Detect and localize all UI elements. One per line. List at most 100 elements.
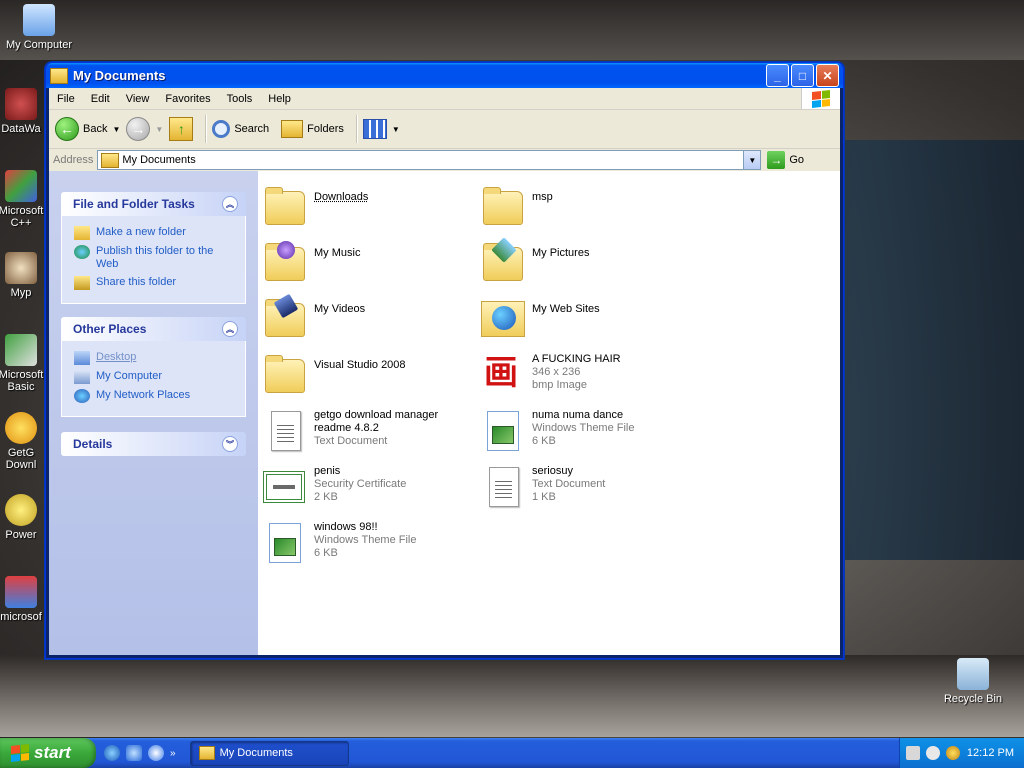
- file-item-windows-98[interactable]: windows 98!! Windows Theme File 6 KB: [263, 521, 417, 565]
- desktop-icon-visual-cpp[interactable]: Microsoft C++: [0, 170, 46, 229]
- file-list: Downloads msp My Music My Pictures My Vi…: [258, 171, 840, 655]
- menu-file[interactable]: File: [49, 93, 83, 105]
- app-icon: [5, 576, 37, 608]
- back-arrow-icon: ←: [55, 117, 79, 141]
- place-my-computer[interactable]: My Computer: [74, 370, 235, 384]
- chevron-right-icon[interactable]: »: [170, 748, 176, 759]
- file-item-my-web-sites[interactable]: My Web Sites: [481, 297, 600, 341]
- certificate-icon: [263, 471, 305, 503]
- address-label: Address: [53, 154, 94, 166]
- theme-file-icon: [269, 523, 301, 563]
- clock[interactable]: 12:12 PM: [967, 747, 1014, 759]
- go-button[interactable]: → Go: [767, 151, 804, 169]
- file-item-my-music[interactable]: My Music: [263, 241, 360, 285]
- desktop-icon-getgo[interactable]: GetG Downl: [0, 412, 46, 471]
- folders-button[interactable]: Folders: [281, 120, 344, 138]
- computer-icon: [74, 370, 90, 384]
- chevron-down-icon[interactable]: ▼: [743, 151, 761, 169]
- folder-icon: [265, 187, 305, 225]
- title-bar[interactable]: My Documents _ □ ✕: [46, 63, 843, 88]
- windows-logo-icon: [801, 88, 840, 109]
- address-input[interactable]: My Documents ▼: [97, 150, 762, 170]
- forward-arrow-icon: →: [126, 117, 151, 141]
- desktop-icon-my-computer[interactable]: My Computer: [2, 4, 76, 51]
- desktop-icon-myp[interactable]: Myp: [0, 252, 46, 299]
- desktop-icon-recycle-bin[interactable]: Recycle Bin: [936, 658, 1010, 705]
- file-item-visual-studio[interactable]: Visual Studio 2008: [263, 353, 406, 397]
- file-item-downloads[interactable]: Downloads: [263, 185, 368, 229]
- menu-tools[interactable]: Tools: [219, 93, 261, 105]
- chevron-down-icon[interactable]: ▼: [155, 125, 163, 134]
- desktop-icon-power[interactable]: Power: [0, 494, 46, 541]
- place-network[interactable]: My Network Places: [74, 389, 235, 403]
- internet-explorer-icon[interactable]: [104, 745, 120, 761]
- text-document-icon: [271, 411, 301, 451]
- task-make-folder[interactable]: Make a new folder: [74, 226, 235, 240]
- desktop-icon: [74, 351, 90, 365]
- task-share-folder[interactable]: Share this folder: [74, 276, 235, 290]
- file-item-numa-numa[interactable]: numa numa dance Windows Theme File 6 KB: [481, 409, 635, 453]
- start-button[interactable]: start: [0, 738, 96, 768]
- up-button[interactable]: ↑: [169, 117, 194, 141]
- folder-icon: [101, 152, 120, 168]
- go-arrow-icon: →: [767, 151, 786, 169]
- file-item-getgo-readme[interactable]: getgo download manager readme 4.8.2 Text D…: [263, 409, 438, 453]
- folder-icon: [198, 746, 215, 760]
- file-item-msp[interactable]: msp: [481, 185, 553, 229]
- search-icon: [212, 120, 231, 138]
- desktop-icon-visual-basic[interactable]: Microsoft Basic: [0, 334, 46, 393]
- folder-icon: [50, 67, 68, 84]
- web-folder-icon: [481, 301, 525, 337]
- recycle-bin-icon: [957, 658, 989, 690]
- chevron-down-icon[interactable]: ▼: [392, 125, 400, 134]
- menu-edit[interactable]: Edit: [83, 93, 118, 105]
- network-icon: [74, 389, 90, 403]
- expand-icon[interactable]: ︾: [222, 436, 238, 452]
- main-area: File and Folder Tasks ︽ Make a new folde…: [49, 171, 840, 655]
- explorer-window: My Documents _ □ ✕ File Edit View Favori…: [45, 62, 844, 659]
- panel-header[interactable]: Details ︾: [61, 432, 246, 456]
- back-button[interactable]: ← Back ▼: [55, 117, 120, 141]
- collapse-icon[interactable]: ︽: [222, 196, 238, 212]
- tray-app-icon[interactable]: [946, 746, 960, 760]
- taskbar-item-my-documents[interactable]: My Documents: [189, 740, 349, 766]
- media-player-icon[interactable]: [148, 745, 164, 761]
- search-button[interactable]: Search: [212, 120, 269, 138]
- file-item-bmp[interactable]: 画 A FUCKING HAIR 346 x 236 bmp Image: [481, 353, 621, 397]
- file-item-my-videos[interactable]: My Videos: [263, 293, 365, 341]
- file-item-certificate[interactable]: penis Security Certificate 2 KB: [263, 465, 406, 509]
- folder-up-icon: ↑: [169, 117, 194, 141]
- menu-favorites[interactable]: Favorites: [157, 93, 218, 105]
- desktop-icon-datawa[interactable]: DataWa: [0, 88, 46, 135]
- panel-header[interactable]: Other Places ︽: [61, 317, 246, 341]
- task-publish-web[interactable]: Publish this folder to the Web: [74, 245, 235, 271]
- menu-view[interactable]: View: [118, 93, 158, 105]
- outlook-icon[interactable]: [126, 745, 142, 761]
- place-desktop[interactable]: Desktop: [74, 351, 235, 365]
- chevron-down-icon[interactable]: ▼: [112, 125, 120, 134]
- app-icon: [5, 412, 37, 444]
- globe-icon: [74, 245, 90, 259]
- collapse-icon[interactable]: ︽: [222, 321, 238, 337]
- window-title: My Documents: [73, 68, 166, 83]
- views-button[interactable]: ▼: [362, 119, 400, 139]
- file-item-seriosuy[interactable]: seriosuy Text Document 1 KB: [481, 465, 605, 509]
- desktop-icon-microsoft[interactable]: microsof: [0, 576, 46, 623]
- new-folder-icon: [74, 226, 90, 240]
- share-folder-icon: [74, 276, 90, 290]
- file-item-my-pictures[interactable]: My Pictures: [481, 237, 589, 285]
- folder-icon: [483, 187, 523, 225]
- divider: [205, 115, 207, 143]
- theme-file-icon: [487, 411, 519, 451]
- close-button[interactable]: ✕: [816, 64, 839, 87]
- chevron-left-icon[interactable]: [926, 746, 940, 760]
- menu-help[interactable]: Help: [260, 93, 299, 105]
- maximize-button[interactable]: □: [791, 64, 814, 87]
- views-icon: [362, 119, 387, 139]
- keyboard-icon[interactable]: [906, 746, 920, 760]
- disc-icon: [5, 494, 37, 526]
- panel-header[interactable]: File and Folder Tasks ︽: [61, 192, 246, 216]
- minimize-button[interactable]: _: [766, 64, 789, 87]
- taskbar: start » My Documents 12:12 PM: [0, 738, 1024, 768]
- forward-button[interactable]: → ▼: [126, 117, 163, 141]
